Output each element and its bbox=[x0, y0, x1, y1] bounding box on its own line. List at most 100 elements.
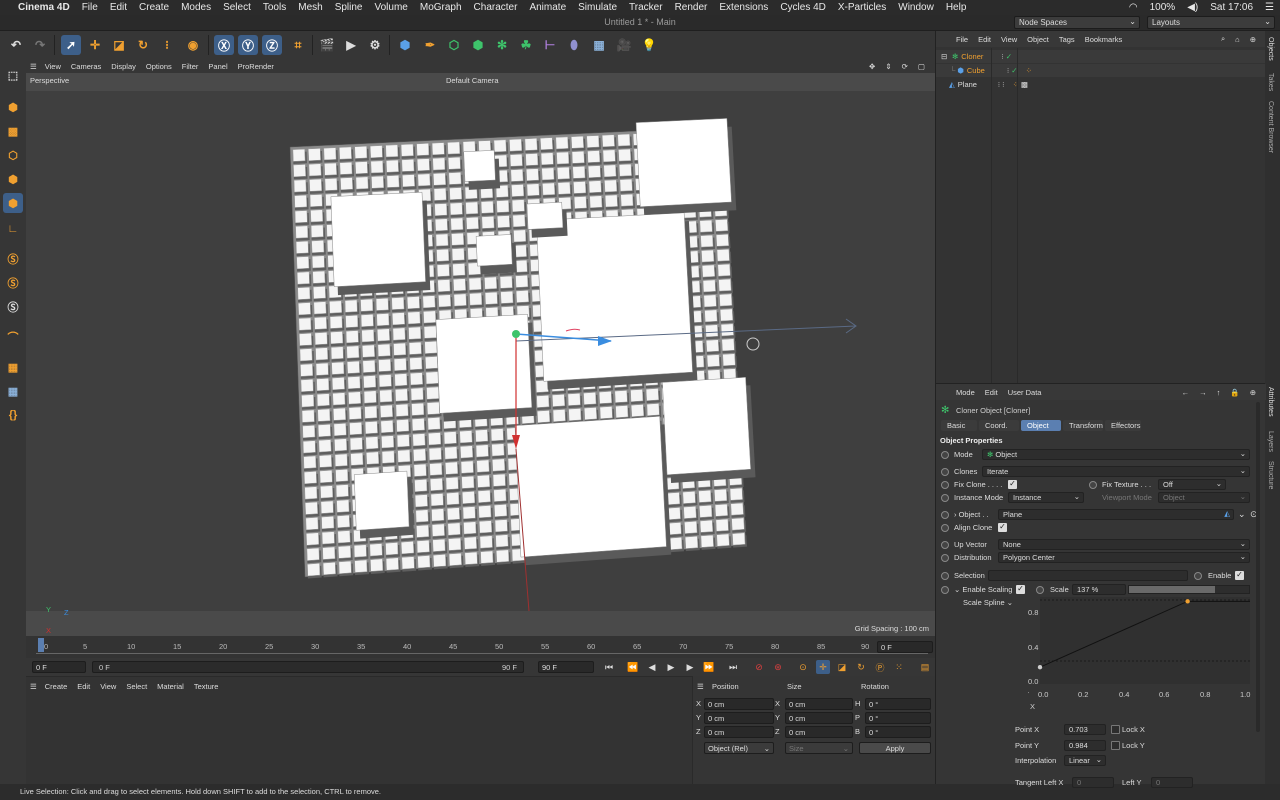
menu-window[interactable]: Window bbox=[892, 2, 940, 13]
viewport-menu-options[interactable]: Options bbox=[146, 62, 172, 71]
animate-dot[interactable] bbox=[941, 554, 949, 562]
python-icon[interactable]: {} bbox=[3, 405, 23, 425]
object-row-cube[interactable]: └ ⬢ Cube ⁝ ✓ ⁘ bbox=[936, 64, 1266, 77]
position-y-field[interactable]: 0 cm bbox=[704, 712, 774, 724]
object-name[interactable]: Cube bbox=[967, 66, 1007, 75]
animate-dot[interactable] bbox=[941, 468, 949, 476]
animate-dot[interactable] bbox=[941, 481, 949, 489]
subdivision-icon[interactable]: ⬡ bbox=[444, 35, 464, 55]
current-frame-field[interactable]: 0 F bbox=[877, 641, 933, 653]
viewport-zoom-icon[interactable]: ⇕ bbox=[885, 62, 891, 71]
tab-object[interactable]: Object bbox=[1021, 420, 1061, 431]
clock[interactable]: Sat 17:06 bbox=[1204, 2, 1259, 13]
cloner-icon[interactable]: ✻ bbox=[492, 35, 512, 55]
coordinate-mode-dropdown[interactable]: Object (Rel) ⌄ bbox=[704, 742, 774, 754]
workplane-icon[interactable]: ▦ bbox=[3, 357, 23, 377]
cube-object-icon[interactable]: ⬢ bbox=[395, 35, 415, 55]
material-menu-texture[interactable]: Texture bbox=[194, 682, 219, 691]
object-name[interactable]: Cloner bbox=[961, 52, 1001, 61]
edges-mode-icon[interactable]: ⬢ bbox=[3, 169, 23, 189]
go-to-end-icon[interactable]: ⏭ bbox=[726, 660, 740, 674]
axis-x-lock-icon[interactable]: Ⓧ bbox=[214, 35, 234, 55]
menu-file[interactable]: File bbox=[76, 2, 104, 13]
size-y-field[interactable]: 0 cm bbox=[785, 712, 853, 724]
menu-extensions[interactable]: Extensions bbox=[713, 2, 774, 13]
previous-frame-icon[interactable]: ◀ bbox=[645, 660, 659, 674]
key-scale-icon[interactable]: ◪ bbox=[835, 660, 849, 674]
up-vector-dropdown[interactable]: None ⌄ bbox=[998, 539, 1250, 550]
viewport-canvas[interactable] bbox=[26, 91, 935, 612]
point-x-field[interactable]: 0.703 bbox=[1064, 724, 1106, 735]
align-clone-checkbox[interactable]: ✓ bbox=[998, 523, 1007, 532]
live-selection-icon[interactable]: ➚ bbox=[61, 35, 81, 55]
attributes-menu-user-data[interactable]: User Data bbox=[1008, 388, 1042, 397]
tab-effectors[interactable]: Effectors bbox=[1105, 420, 1141, 431]
objects-menu-object[interactable]: Object bbox=[1027, 35, 1049, 44]
chevron-down-icon[interactable]: ⌄ bbox=[954, 585, 960, 594]
tab-basic[interactable]: Basic bbox=[941, 420, 977, 431]
texture-tag-icon[interactable]: ▩ bbox=[1021, 80, 1028, 89]
battery-text[interactable]: 100% bbox=[1144, 2, 1182, 13]
go-to-start-icon[interactable]: ⏮ bbox=[602, 660, 616, 674]
fix-clone-checkbox[interactable]: ✓ bbox=[1008, 480, 1017, 489]
menu-app[interactable]: Cinema 4D bbox=[12, 2, 76, 13]
axis-y-lock-icon[interactable]: Ⓨ bbox=[238, 35, 258, 55]
animate-dot[interactable] bbox=[941, 572, 949, 580]
preview-range-slider[interactable]: 0 F 90 F bbox=[92, 661, 524, 673]
chevron-down-icon[interactable]: ⌄ bbox=[1007, 598, 1013, 607]
link-options-icon[interactable]: ⌄ bbox=[1238, 509, 1246, 520]
quantize-icon[interactable]: Ⓢ bbox=[3, 297, 23, 317]
instance-mode-dropdown[interactable]: Instance ⌄ bbox=[1008, 492, 1084, 503]
material-menu-create[interactable]: Create bbox=[45, 682, 68, 691]
key-parameter-icon[interactable]: Ⓟ bbox=[873, 660, 887, 674]
viewport-maximize-icon[interactable]: ▢ bbox=[918, 62, 925, 71]
up-arrow-icon[interactable]: ↑ bbox=[1217, 388, 1221, 397]
tangent-left-x-field[interactable]: 0 bbox=[1072, 777, 1114, 788]
animate-dot[interactable] bbox=[941, 524, 949, 532]
animate-dot[interactable] bbox=[941, 451, 949, 459]
menu-mograph[interactable]: MoGraph bbox=[414, 2, 468, 13]
record-icon[interactable]: ⊘ bbox=[752, 660, 766, 674]
left-y-field[interactable]: 0 bbox=[1151, 777, 1193, 788]
key-position-icon[interactable]: ✛ bbox=[816, 660, 830, 674]
search-icon[interactable]: ⌕ bbox=[1221, 34, 1225, 44]
tab-transform[interactable]: Transform bbox=[1063, 420, 1103, 431]
object-link-field[interactable]: Plane ◭ bbox=[998, 509, 1234, 520]
material-manager[interactable]: ☰ Create Edit View Select Material Textu… bbox=[26, 676, 692, 784]
magnet-icon[interactable]: ⌒ bbox=[3, 327, 23, 347]
menu-animate[interactable]: Animate bbox=[523, 2, 572, 13]
scale-icon[interactable]: ◪ bbox=[109, 35, 129, 55]
objects-menu-tags[interactable]: Tags bbox=[1059, 35, 1075, 44]
deformer-icon[interactable]: ⊢ bbox=[540, 35, 560, 55]
menu-cycles[interactable]: Cycles 4D bbox=[774, 2, 832, 13]
coordinate-system-icon[interactable]: ⌗ bbox=[288, 35, 308, 55]
lock-icon[interactable]: 🔒 bbox=[1230, 388, 1239, 397]
redo-icon[interactable]: ↷ bbox=[30, 35, 50, 55]
material-menu-select[interactable]: Select bbox=[126, 682, 147, 691]
render-settings-icon[interactable]: ⚙ bbox=[365, 35, 385, 55]
viewport-menu-prorender[interactable]: ProRender bbox=[238, 62, 274, 71]
viewport-menu-display[interactable]: Display bbox=[111, 62, 136, 71]
viewport-menu-cameras[interactable]: Cameras bbox=[71, 62, 101, 71]
forward-arrow-icon[interactable]: → bbox=[1199, 388, 1207, 397]
collapse-icon[interactable]: ⊟ bbox=[941, 52, 949, 61]
point-y-field[interactable]: 0.984 bbox=[1064, 740, 1106, 751]
size-x-field[interactable]: 0 cm bbox=[785, 698, 853, 710]
tab-takes[interactable]: Takes bbox=[1267, 73, 1274, 91]
snap-icon[interactable]: Ⓢ bbox=[3, 249, 23, 269]
object-row-plane[interactable]: ◭ Plane ⁝ ⁝ ⁘ ▩ bbox=[936, 78, 1266, 91]
menu-create[interactable]: Create bbox=[133, 2, 175, 13]
menu-mesh[interactable]: Mesh bbox=[292, 2, 328, 13]
timeline-icon[interactable]: ▤ bbox=[918, 660, 932, 674]
rotation-b-field[interactable]: 0 ° bbox=[865, 726, 931, 738]
phong-tag-icon[interactable]: ⁘ bbox=[1026, 66, 1032, 75]
lock-workplane-icon[interactable]: ▦ bbox=[3, 381, 23, 401]
clones-dropdown[interactable]: Iterate ⌄ bbox=[982, 466, 1250, 477]
menu-list-icon[interactable]: ☰ bbox=[30, 62, 37, 71]
menu-list-icon[interactable]: ☰ bbox=[30, 682, 37, 691]
move-icon[interactable]: ✛ bbox=[85, 35, 105, 55]
objects-menu-bookmarks[interactable]: Bookmarks bbox=[1085, 35, 1123, 44]
tab-layers[interactable]: Layers bbox=[1267, 431, 1274, 452]
viewport-mode-dropdown[interactable]: Object ⌄ bbox=[1158, 492, 1250, 503]
undo-icon[interactable]: ↶ bbox=[6, 35, 26, 55]
